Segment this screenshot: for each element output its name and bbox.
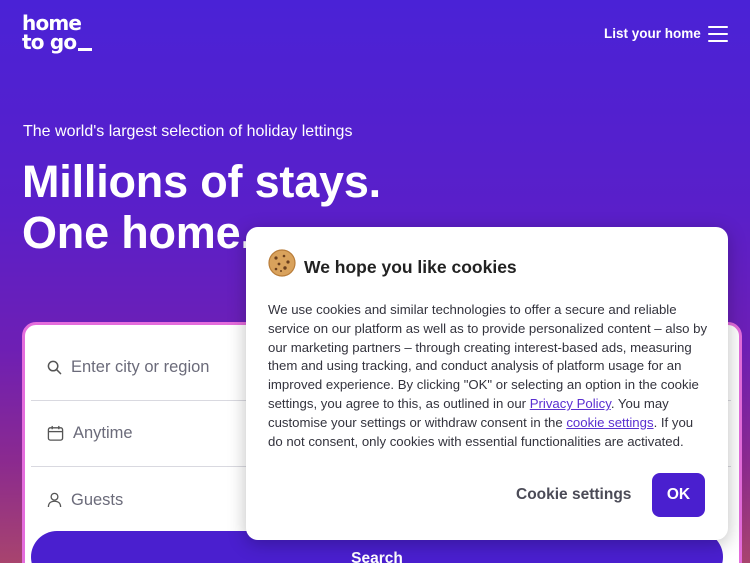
list-your-home-link[interactable]: List your home [604,26,701,41]
dates-value: Anytime [73,424,133,442]
cookie-dialog-text: We use cookies and similar technologies … [268,301,710,451]
header: home to go List your home [0,0,750,70]
person-icon [47,492,62,508]
privacy-policy-link[interactable]: Privacy Policy [530,396,611,411]
headline-line-1: Millions of stays. [22,156,381,207]
calendar-icon [47,425,64,441]
cookie-dialog-title: We hope you like cookies [304,257,517,277]
guests-value: Guests [71,490,124,509]
ok-button[interactable]: OK [652,473,705,517]
hero-tagline: The world's largest selection of holiday… [23,123,353,140]
cookie-text-part-1: We use cookies and similar technologies … [268,302,708,411]
cookie-icon [268,249,296,277]
search-icon [47,360,62,375]
cookie-settings-link[interactable]: cookie settings [566,415,653,430]
hometogo-logo[interactable]: home to go [22,13,93,54]
cookie-settings-button[interactable]: Cookie settings [516,486,631,504]
hamburger-menu-icon[interactable] [708,26,728,42]
logo-underscore [78,48,93,51]
destination-placeholder: Enter city or region [71,358,210,376]
logo-line-2: to go [22,30,77,54]
cookie-consent-dialog: We hope you like cookies We use cookies … [246,227,728,540]
